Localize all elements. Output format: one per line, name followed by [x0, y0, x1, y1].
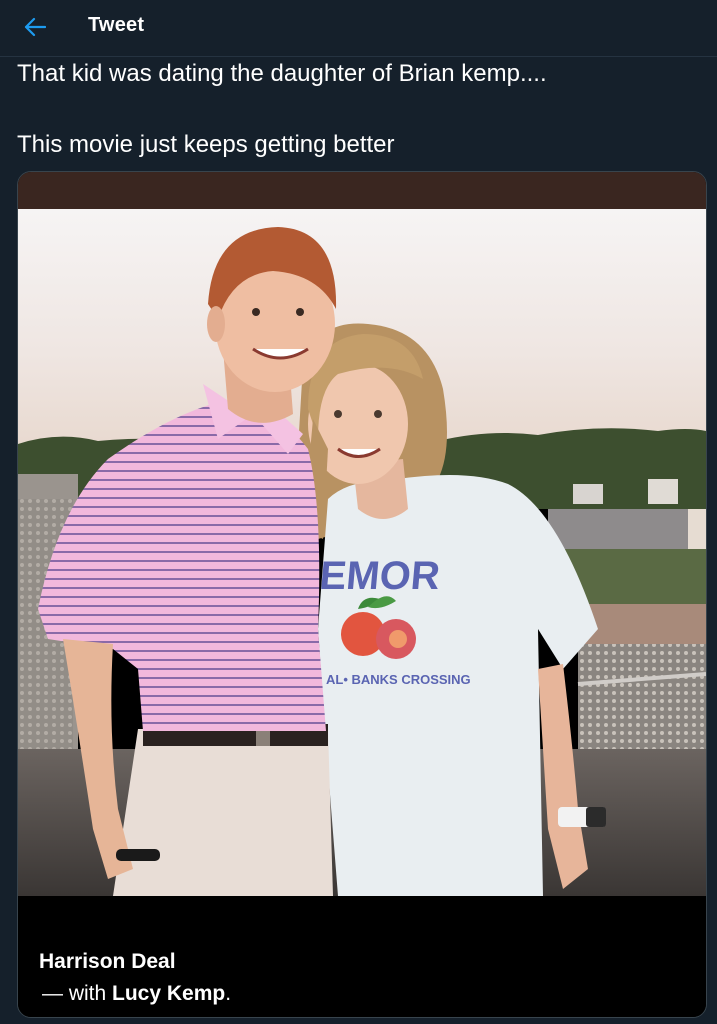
tweet-media-card[interactable]: AEMOR AL• BANKS CROSSING Harrison Deal —… [17, 171, 707, 1018]
tweet-text: That kid was dating the daughter of Bria… [17, 56, 707, 163]
caption-name: Harrison Deal [39, 950, 176, 973]
caption-suffix: . [225, 982, 232, 1005]
image-top-band [18, 172, 706, 209]
caption-prefix: — with [42, 982, 113, 1005]
photo-couple-rooftop[interactable]: AEMOR AL• BANKS CROSSING [18, 209, 706, 896]
tweet-text-line: This movie just keeps getting better [17, 131, 395, 158]
caption-tagged-name: Lucy Kemp [112, 982, 226, 1005]
top-navigation-bar: Tweet [0, 0, 717, 57]
arrow-left-icon [24, 17, 46, 37]
back-button[interactable] [22, 14, 48, 40]
caption-with: — with Lucy Kemp. [42, 982, 231, 1006]
tweet-text-line: That kid was dating the daughter of Bria… [17, 60, 547, 87]
photo-caption: Harrison Deal — with Lucy Kemp. [18, 896, 706, 1017]
page-title: Tweet [88, 14, 145, 36]
shirt-text-bottom: AL• BANKS CROSSING [326, 672, 471, 687]
